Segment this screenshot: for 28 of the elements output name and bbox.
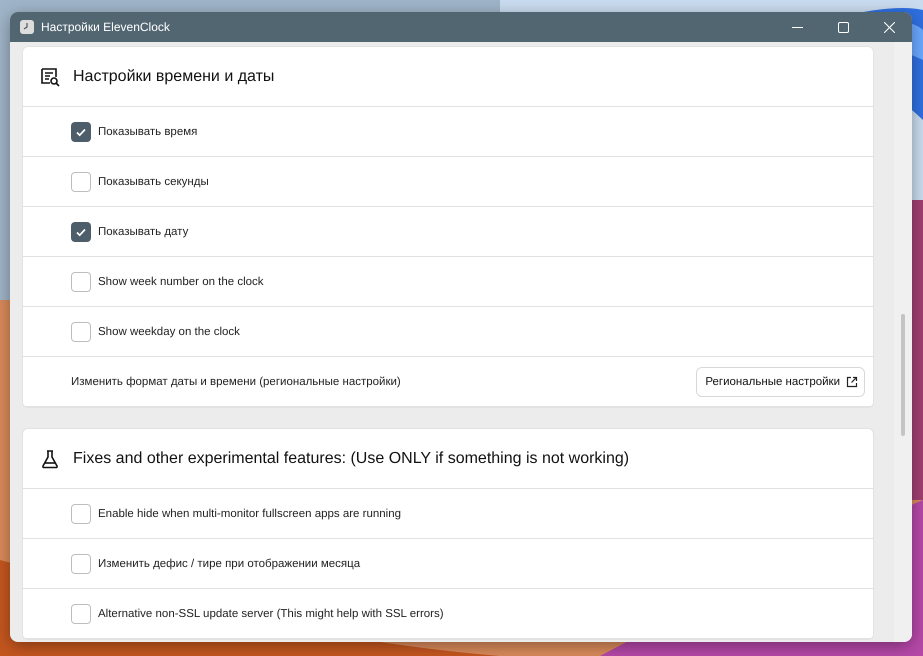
checkbox[interactable] [71,322,91,342]
section-title: Fixes and other experimental features: (Use ONLY if something is not working) [73,450,630,468]
checkbox[interactable] [71,222,91,242]
list-magnifier-icon [39,66,61,88]
setting-label: Изменить формат даты и времени (региональные настройки) [71,376,402,388]
regional-settings-button[interactable]: Региональные настройки [696,366,865,396]
section-title: Настройки времени и даты [73,68,274,86]
checkbox[interactable] [71,554,91,574]
scrollbar-thumb[interactable] [901,314,905,436]
maximize-icon [838,22,848,32]
close-icon [884,22,894,32]
external-link-icon [846,376,858,388]
checkbox-label: Показывать дату [98,226,188,238]
checkbox[interactable] [71,504,91,524]
checkbox-label: Изменить дефис / тире при отображении месяца [98,558,360,570]
checkbox-label: Show week number on the clock [98,276,264,288]
window-title: Настройки ElevenClock [41,20,171,34]
flask-icon [39,448,61,470]
checkbox-label: Show weekday on the clock [98,326,240,338]
checkbox[interactable] [71,272,91,292]
checkbox[interactable] [71,604,91,624]
checkbox-label: Показывать секунды [98,176,209,188]
checkbox[interactable] [71,172,91,192]
checkbox-label: Показывать время [98,126,198,138]
app-clock-icon [20,20,34,34]
checkbox-label: Enable hide when multi-monitor fullscreen apps are running [98,508,402,520]
checkbox[interactable] [71,122,91,142]
checkbox-label: Alternative non-SSL update server (This might help with SSL errors) [98,608,444,620]
